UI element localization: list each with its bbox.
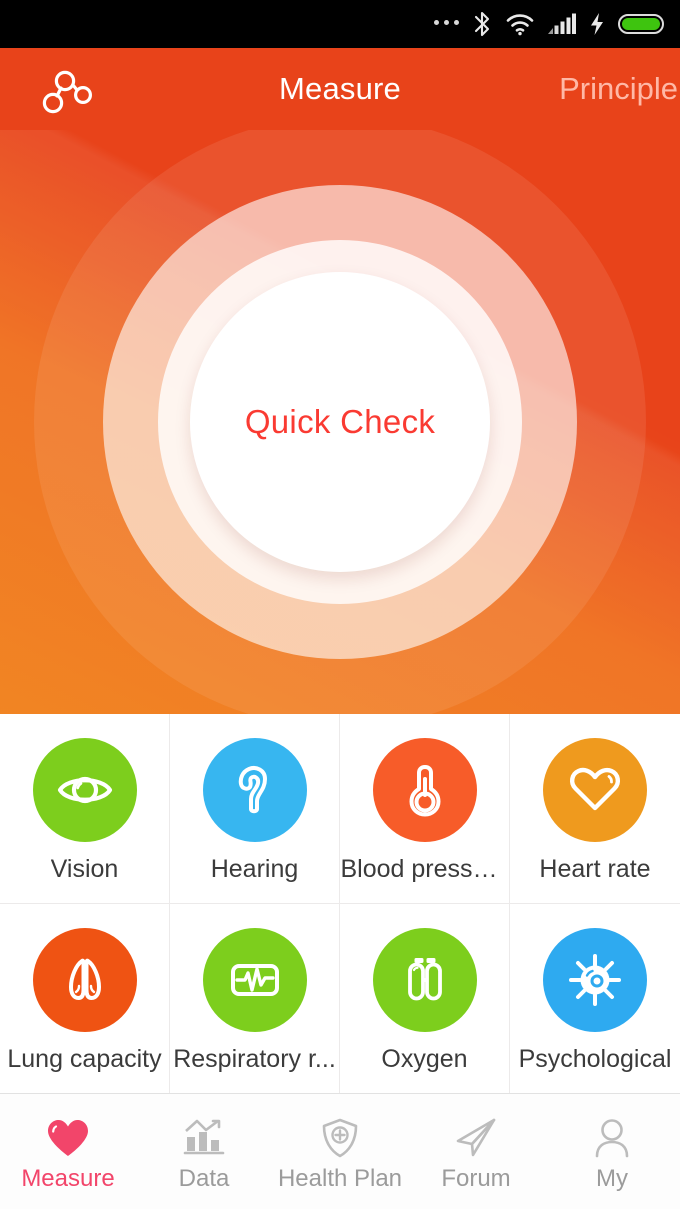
grid-item-blood-pressure[interactable]: Blood pressure <box>340 714 510 904</box>
nav-item-label: My <box>596 1165 628 1192</box>
brain-sun-icon <box>569 954 621 1007</box>
grid-item-label: Oxygen <box>381 1047 468 1073</box>
grid-item-respiratory-rate[interactable]: Respiratory r... <box>170 903 340 1093</box>
oxygen-tanks-icon <box>407 958 442 1001</box>
wifi-icon <box>505 0 535 48</box>
status-bar <box>0 0 680 48</box>
nav-item-label: Measure <box>21 1165 115 1192</box>
quick-check-button[interactable]: Quick Check <box>190 272 490 572</box>
nav-item-forum[interactable]: Forum <box>408 1094 544 1210</box>
heart-rate-bubble <box>543 738 647 843</box>
nav-item-label: Health Plan <box>277 1165 403 1192</box>
hero-section: Quick Check <box>0 130 680 714</box>
respiratory-rate-bubble <box>202 928 307 1033</box>
grid-item-label: Lung capacity <box>7 1047 162 1073</box>
grid-item-lung-capacity[interactable]: Lung capacity <box>0 903 170 1093</box>
grid-item-vision[interactable]: Vision <box>0 714 170 904</box>
lung-capacity-bubble <box>32 928 137 1033</box>
lungs-icon <box>68 958 101 1001</box>
thermometer-icon <box>409 765 440 817</box>
person-icon <box>589 1113 635 1159</box>
grid-item-hearing[interactable]: Hearing <box>170 714 340 904</box>
measurement-grid: Vision Hearing Blood pressure Heart rate… <box>0 714 680 1093</box>
quick-check-label: Quick Check <box>244 403 436 440</box>
psychological-bubble <box>543 928 647 1033</box>
heart-filled-icon <box>45 1113 91 1159</box>
paper-plane-icon <box>453 1113 499 1159</box>
grid-item-oxygen[interactable]: Oxygen <box>340 903 510 1093</box>
grid-item-label: Blood pressure <box>340 857 509 883</box>
waveform-monitor-icon <box>230 964 279 997</box>
vision-bubble <box>32 738 137 843</box>
more-dots-icon <box>434 0 459 48</box>
cellular-signal-icon <box>548 0 576 48</box>
grid-item-heart-rate[interactable]: Heart rate <box>510 714 680 904</box>
nav-item-label: Forum <box>441 1165 511 1192</box>
shield-plus-icon <box>317 1113 363 1159</box>
grid-item-label: Heart rate <box>539 857 651 883</box>
grid-item-label: Hearing <box>210 857 299 883</box>
nav-item-health-plan[interactable]: Health Plan <box>272 1094 408 1210</box>
grid-item-label: Vision <box>50 857 119 883</box>
nav-item-data[interactable]: Data <box>136 1094 272 1210</box>
app-screen: Measure Principle Quick Check Vision Hea… <box>0 0 680 1209</box>
grid-item-psychological[interactable]: Psychological <box>510 904 680 1094</box>
bar-chart-icon <box>181 1113 227 1159</box>
app-header: Measure Principle <box>0 48 680 130</box>
ear-icon <box>238 766 267 814</box>
oxygen-bubble <box>372 928 477 1033</box>
hearing-bubble <box>202 738 307 843</box>
charging-bolt-icon <box>589 0 605 48</box>
nav-item-label: Data <box>178 1165 230 1192</box>
blood-pressure-bubble <box>372 738 477 843</box>
grid-item-label: Respiratory r... <box>173 1047 336 1073</box>
bottom-navigation: Measure Data Health Plan Forum My <box>0 1093 680 1209</box>
heart-outline-icon <box>569 768 621 811</box>
grid-item-label: Psychological <box>518 1047 672 1073</box>
nav-item-my[interactable]: My <box>544 1094 680 1210</box>
eye-icon <box>57 777 112 804</box>
bluetooth-icon <box>472 0 492 48</box>
battery-icon <box>618 0 666 48</box>
principle-button[interactable]: Principle <box>559 48 680 130</box>
nav-item-measure[interactable]: Measure <box>0 1094 136 1210</box>
